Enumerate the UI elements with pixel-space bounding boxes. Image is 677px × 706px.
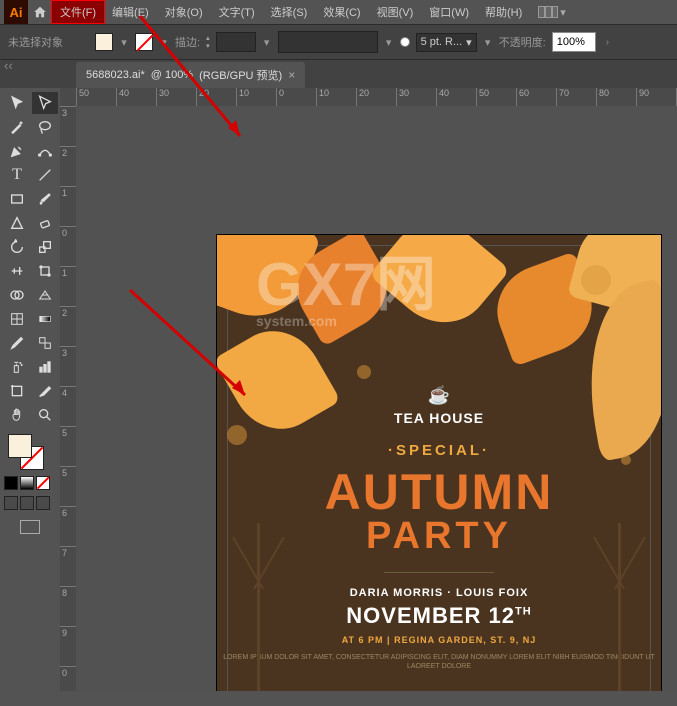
mesh-tool[interactable] <box>4 308 30 330</box>
blend-tool[interactable] <box>32 332 58 354</box>
poster-title1: AUTUMN <box>217 463 661 521</box>
width-tool[interactable] <box>4 260 30 282</box>
direct-selection-tool[interactable] <box>32 92 58 114</box>
tab-filename: 5688023.ai* <box>86 69 145 81</box>
dot-icon <box>621 455 631 465</box>
shaper-tool[interactable] <box>4 212 30 234</box>
scale-tool[interactable] <box>32 236 58 258</box>
color-mode-icon[interactable] <box>4 476 18 490</box>
divider <box>384 572 494 573</box>
fill-color[interactable] <box>8 434 32 458</box>
symbol-sprayer-tool[interactable] <box>4 356 30 378</box>
opacity-input[interactable] <box>552 32 596 52</box>
poster-lorem: LOREM IPSUM DOLOR SIT AMET, CONSECTETUR … <box>217 653 661 671</box>
eyedropper-tool[interactable] <box>4 332 30 354</box>
poster-venue: AT 6 PM | REGINA GARDEN, ST. 9, NJ <box>217 635 661 645</box>
gradient-tool[interactable] <box>32 308 58 330</box>
poster-names: DARIA MORRIS · LOUIS FOIX <box>217 587 661 599</box>
stroke-profile-combo[interactable]: 5 pt. R...▾ <box>416 33 477 52</box>
menu-view[interactable]: 视图(V) <box>369 1 422 23</box>
poster-special: ·SPECIAL· <box>217 442 661 459</box>
dot-icon <box>581 265 611 295</box>
type-tool[interactable]: T <box>4 164 30 186</box>
dot-icon <box>227 425 247 445</box>
graph-tool[interactable] <box>32 356 58 378</box>
eraser-tool[interactable] <box>32 212 58 234</box>
menu-select[interactable]: 选择(S) <box>263 1 316 23</box>
zoom-tool[interactable] <box>32 404 58 426</box>
rotate-tool[interactable] <box>4 236 30 258</box>
close-icon[interactable]: × <box>288 68 295 82</box>
curvature-tool[interactable] <box>32 140 58 162</box>
watermark: GX7网 system.com <box>256 236 436 329</box>
expand-icon[interactable]: › <box>606 37 609 48</box>
opacity-label: 不透明度: <box>499 34 546 50</box>
menu-help[interactable]: 帮助(H) <box>477 1 530 23</box>
menu-window[interactable]: 窗口(W) <box>421 1 477 23</box>
annotation-arrow-1 <box>140 16 260 161</box>
selection-tool[interactable] <box>4 92 30 114</box>
vertical-ruler[interactable]: 321012345567890 <box>60 106 76 691</box>
control-bar: 未选择对象 ▾ ▾ 描边: ▴▾ ▾ ▾ 5 pt. R...▾ ▾ 不透明度:… <box>0 24 677 60</box>
tree-icon <box>618 523 621 691</box>
ruler-origin[interactable] <box>60 88 76 106</box>
shape-builder-tool[interactable] <box>4 284 30 306</box>
screen-mode-icon[interactable] <box>20 520 40 534</box>
profile-dropdown[interactable]: ▾ <box>483 33 493 51</box>
dot-icon <box>357 365 371 379</box>
lasso-tool[interactable] <box>32 116 58 138</box>
draw-inside-icon[interactable] <box>36 496 50 510</box>
menu-bar: Ai 文件(F) 编辑(E) 对象(O) 文字(T) 选择(S) 效果(C) 视… <box>0 0 677 24</box>
fill-dropdown[interactable]: ▾ <box>119 33 129 51</box>
gradient-mode-icon[interactable] <box>20 476 34 490</box>
none-mode-icon[interactable] <box>36 476 50 490</box>
free-transform-tool[interactable] <box>32 260 58 282</box>
menu-effect[interactable]: 效果(C) <box>315 1 368 23</box>
stroke-weight-dropdown[interactable]: ▾ <box>262 33 272 51</box>
style-radio[interactable] <box>400 37 410 47</box>
fill-swatch[interactable] <box>95 33 113 51</box>
selection-status: 未选择对象 <box>8 34 63 50</box>
hand-tool[interactable] <box>4 404 30 426</box>
document-tab-bar: 5688023.ai* @ 100% (RGB/GPU 预览) × <box>0 60 677 88</box>
magic-wand-tool[interactable] <box>4 116 30 138</box>
poster-date: NOVEMBER 12TH <box>217 603 661 629</box>
pen-tool[interactable] <box>4 140 30 162</box>
artboard-tool[interactable] <box>4 380 30 402</box>
brush-definition-combo[interactable] <box>278 31 378 53</box>
fill-stroke-indicator[interactable] <box>8 434 44 470</box>
home-icon[interactable] <box>28 5 52 19</box>
paintbrush-tool[interactable] <box>32 188 58 210</box>
menu-file[interactable]: 文件(F) <box>52 1 104 23</box>
annotation-arrow-2 <box>130 290 260 415</box>
tools-panel: T <box>0 88 60 691</box>
tree-icon <box>257 523 260 691</box>
slice-tool[interactable] <box>32 380 58 402</box>
draw-normal-icon[interactable] <box>4 496 18 510</box>
app-icon: Ai <box>4 0 28 24</box>
panel-collapse-icon[interactable]: ‹‹ <box>4 58 13 73</box>
workspace-switcher-icon[interactable] <box>538 6 558 18</box>
line-tool[interactable] <box>32 164 58 186</box>
perspective-tool[interactable] <box>32 284 58 306</box>
brush-dropdown[interactable]: ▾ <box>384 33 394 51</box>
draw-behind-icon[interactable] <box>20 496 34 510</box>
rectangle-tool[interactable] <box>4 188 30 210</box>
